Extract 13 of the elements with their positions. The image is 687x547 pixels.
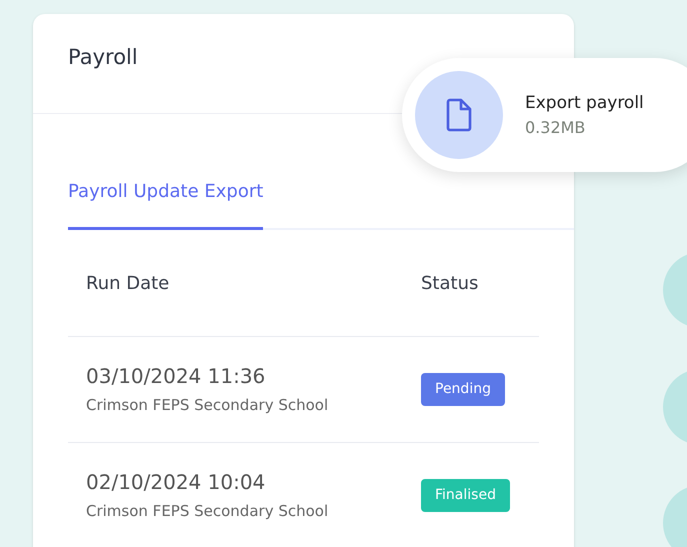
column-header: Status	[421, 272, 480, 296]
card-title: Payroll	[68, 44, 138, 72]
status-badge: Pending	[421, 373, 505, 406]
run-date: 03/10/2024 11:36	[86, 362, 266, 390]
run-date: 02/10/2024 10:04	[86, 468, 266, 496]
column-header: Run Date	[85, 272, 170, 296]
school-name: Crimson FEPS Secondary School	[86, 394, 330, 416]
file-size: 0.32MB	[525, 117, 586, 139]
file-icon	[446, 98, 472, 132]
status-badge: Finalised	[421, 479, 510, 512]
tab[interactable]: Payroll Update Export	[68, 178, 264, 230]
export-title: Export payroll	[525, 92, 644, 115]
school-name: Crimson FEPS Secondary School	[86, 500, 330, 522]
